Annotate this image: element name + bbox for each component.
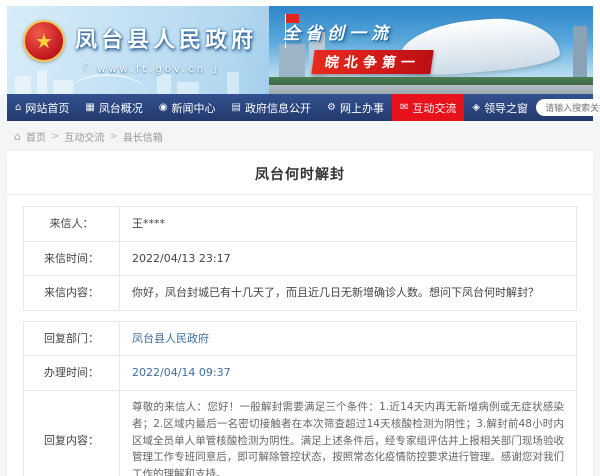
message-card: 凤台何时解封 来信人： 王**** 来信时间： 2022/04/13 23:17… <box>7 151 593 476</box>
road-graphic <box>269 85 593 94</box>
table-row: 办理时间： 2022/04/14 09:37 <box>24 356 577 391</box>
table-row: 来信人： 王**** <box>24 207 577 242</box>
nav-item-label: 凤台概况 <box>99 100 143 116</box>
site-title: 凤台县人民政府 <box>75 22 257 54</box>
reply-dept-value: 凤台县人民政府 <box>120 321 577 356</box>
site-url: www.ft.gov.cn <box>83 60 220 75</box>
overview-icon: ▦ <box>85 102 94 113</box>
building-silhouette <box>227 72 239 94</box>
nav-item-interaction[interactable]: ✉ 互动交流 <box>392 94 464 121</box>
page: ★ 凤台县人民政府 www.ft.gov.cn 全省创一流 皖北争第一 ⌂ 网站… <box>0 0 600 476</box>
breadcrumb-home[interactable]: 首页 <box>26 129 46 144</box>
chat-icon: ✉ <box>400 102 408 113</box>
nav-item-label: 互动交流 <box>412 100 456 116</box>
breadcrumb-interaction[interactable]: 互动交流 <box>64 129 104 144</box>
nav-item-online-services[interactable]: ⚙ 网上办事 <box>319 94 392 121</box>
table-row: 回复部门： 凤台县人民政府 <box>24 321 577 356</box>
message-title: 凤台何时解封 <box>7 151 593 195</box>
gear-icon: ⚙ <box>327 102 336 113</box>
building-silhouette <box>157 74 171 94</box>
reply-table: 回复部门： 凤台县人民政府 办理时间： 2022/04/14 09:37 回复内… <box>23 321 577 476</box>
slogan-top: 全省创一流 <box>283 19 393 44</box>
breadcrumb-separator: > <box>109 131 117 142</box>
building-silhouette <box>177 82 199 94</box>
sender-value: 王**** <box>120 207 577 242</box>
tower-graphic <box>573 26 587 78</box>
reply-content-label: 回复内容： <box>24 390 120 476</box>
reply-time-label: 办理时间： <box>24 356 120 391</box>
header: ★ 凤台县人民政府 www.ft.gov.cn 全省创一流 皖北争第一 <box>0 0 600 94</box>
site-banner: ★ 凤台县人民政府 www.ft.gov.cn 全省创一流 皖北争第一 <box>7 6 593 94</box>
table-row: 回复内容： 尊敬的来信人：您好！一般解封需要满足三个条件：1.近14天内再无新增… <box>24 390 577 476</box>
home-icon: ⌂ <box>15 102 21 113</box>
table-row: 来信内容： 你好，凤台封城已有十几天了，而且近几日无新增确诊人数。想问下凤台何时… <box>24 276 577 311</box>
reply-dept-label: 回复部门： <box>24 321 120 356</box>
table-row: 来信时间： 2022/04/13 23:17 <box>24 241 577 276</box>
building-silhouette <box>53 80 73 94</box>
letter-table: 来信人： 王**** 来信时间： 2022/04/13 23:17 来信内容： … <box>23 206 577 311</box>
nav-item-label: 新闻中心 <box>172 100 216 116</box>
document-icon: ▤ <box>232 102 241 113</box>
nav-item-info-disclosure[interactable]: ▤ 政府信息公开 <box>224 94 319 121</box>
nav-item-label: 网站首页 <box>25 100 69 116</box>
nav-item-label: 领导之窗 <box>484 100 528 116</box>
letter-content-label: 来信内容： <box>24 276 120 311</box>
nav-item-overview[interactable]: ▦ 凤台概况 <box>77 94 150 121</box>
nav-search-area: 搜索 <box>536 94 600 121</box>
slogan-bottom: 皖北争第一 <box>311 50 433 74</box>
letter-time-label: 来信时间： <box>24 241 120 276</box>
reply-content-value: 尊敬的来信人：您好！一般解封需要满足三个条件：1.近14天内再无新增病例或无症状… <box>120 390 577 476</box>
breadcrumb: ⌂ 首页 > 互动交流 > 县长信箱 <box>0 121 600 151</box>
home-icon: ⌂ <box>14 130 21 143</box>
nav-item-news[interactable]: ◉ 新闻中心 <box>151 94 224 121</box>
breadcrumb-separator: > <box>51 131 59 142</box>
building-graphic <box>279 44 305 78</box>
letter-content-value: 你好，凤台封城已有十几天了，而且近几日无新增确诊人数。想问下凤台何时解封？ <box>120 276 577 311</box>
leaders-icon: ◈ <box>472 102 480 113</box>
national-emblem-icon: ★ <box>23 20 65 62</box>
nav-item-label: 政府信息公开 <box>245 100 311 116</box>
trees-graphic <box>269 77 593 85</box>
nav-item-home[interactable]: ⌂ 网站首页 <box>7 94 77 121</box>
building-silhouette <box>37 70 47 94</box>
letter-time-value: 2022/04/13 23:17 <box>120 241 577 276</box>
message-tables: 来信人： 王**** 来信时间： 2022/04/13 23:17 来信内容： … <box>7 195 593 476</box>
news-icon: ◉ <box>159 102 168 113</box>
breadcrumb-mailbox[interactable]: 县长信箱 <box>123 129 163 144</box>
search-input[interactable] <box>536 99 600 116</box>
building-silhouette <box>15 76 31 94</box>
table-gap <box>23 311 577 321</box>
nav-item-leaders[interactable]: ◈ 领导之窗 <box>464 94 536 121</box>
reply-time-value: 2022/04/14 09:37 <box>120 356 577 391</box>
nav-item-label: 网上办事 <box>340 100 384 116</box>
main-nav: ⌂ 网站首页 ▦ 凤台概况 ◉ 新闻中心 ▤ 政府信息公开 ⚙ 网上办事 ✉ 互… <box>7 94 593 121</box>
sender-label: 来信人： <box>24 207 120 242</box>
bridge-silhouette <box>67 74 147 94</box>
